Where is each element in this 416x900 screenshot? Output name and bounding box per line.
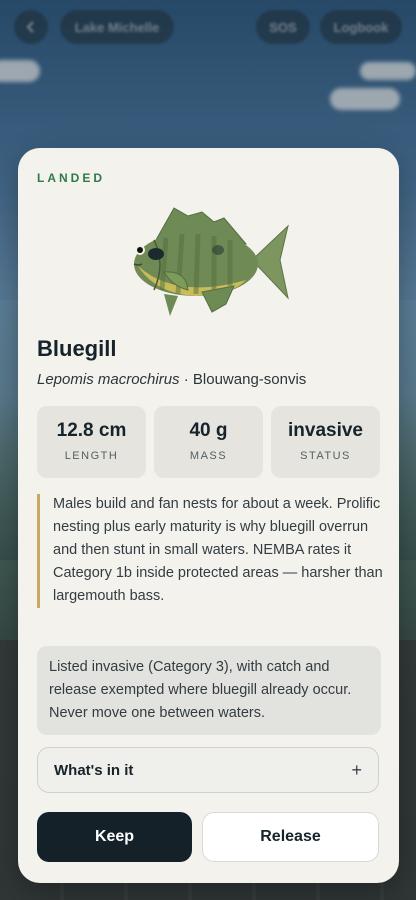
stat-label: LENGTH	[64, 450, 119, 462]
plus-icon: +	[351, 759, 362, 780]
stats-row: 12.8 cm LENGTH 40 g MASS invasive STATUS	[37, 406, 380, 478]
stat-value: invasive	[288, 420, 363, 441]
logbook-button[interactable]: Logbook	[320, 10, 402, 44]
release-button[interactable]: Release	[202, 812, 379, 862]
species-names-line: Lepomis macrochirus · Blouwang-sonvis	[37, 371, 306, 388]
stat-value: 40 g	[189, 420, 228, 441]
species-note: Males build and fan nests for about a we…	[37, 494, 385, 608]
stat-status: invasive STATUS	[271, 406, 380, 478]
scientific-name: Lepomis macrochirus	[37, 371, 180, 388]
top-bar: Lake Michelle SOS Logbook	[0, 10, 416, 46]
regulation-box: Listed invasive (Category 3), with catch…	[37, 646, 381, 735]
catch-card: LANDED Bluegill Lepomis macrochirus · Bl…	[18, 148, 399, 883]
back-button[interactable]	[14, 10, 48, 44]
species-name: Bluegill	[37, 336, 117, 361]
name-separator: ·	[179, 371, 193, 388]
stat-label: STATUS	[300, 450, 351, 462]
sos-button[interactable]: SOS	[256, 10, 310, 44]
bluegill-illustration	[133, 207, 289, 316]
chevron-left-icon	[26, 21, 34, 33]
stat-value: 12.8 cm	[56, 420, 127, 441]
species-note-text: Males build and fan nests for about a we…	[53, 496, 383, 604]
keep-button[interactable]: Keep	[37, 812, 192, 862]
stat-mass: 40 g MASS	[154, 406, 263, 478]
whats-in-it-accordion[interactable]: What's in it +	[37, 747, 379, 793]
stat-label: MASS	[189, 450, 228, 462]
location-pill[interactable]: Lake Michelle	[60, 10, 174, 44]
accordion-title: What's in it	[54, 761, 134, 779]
stat-length: 12.8 cm LENGTH	[37, 406, 146, 478]
local-name: Blouwang-sonvis	[192, 371, 307, 388]
status-eyebrow: LANDED	[37, 171, 105, 185]
